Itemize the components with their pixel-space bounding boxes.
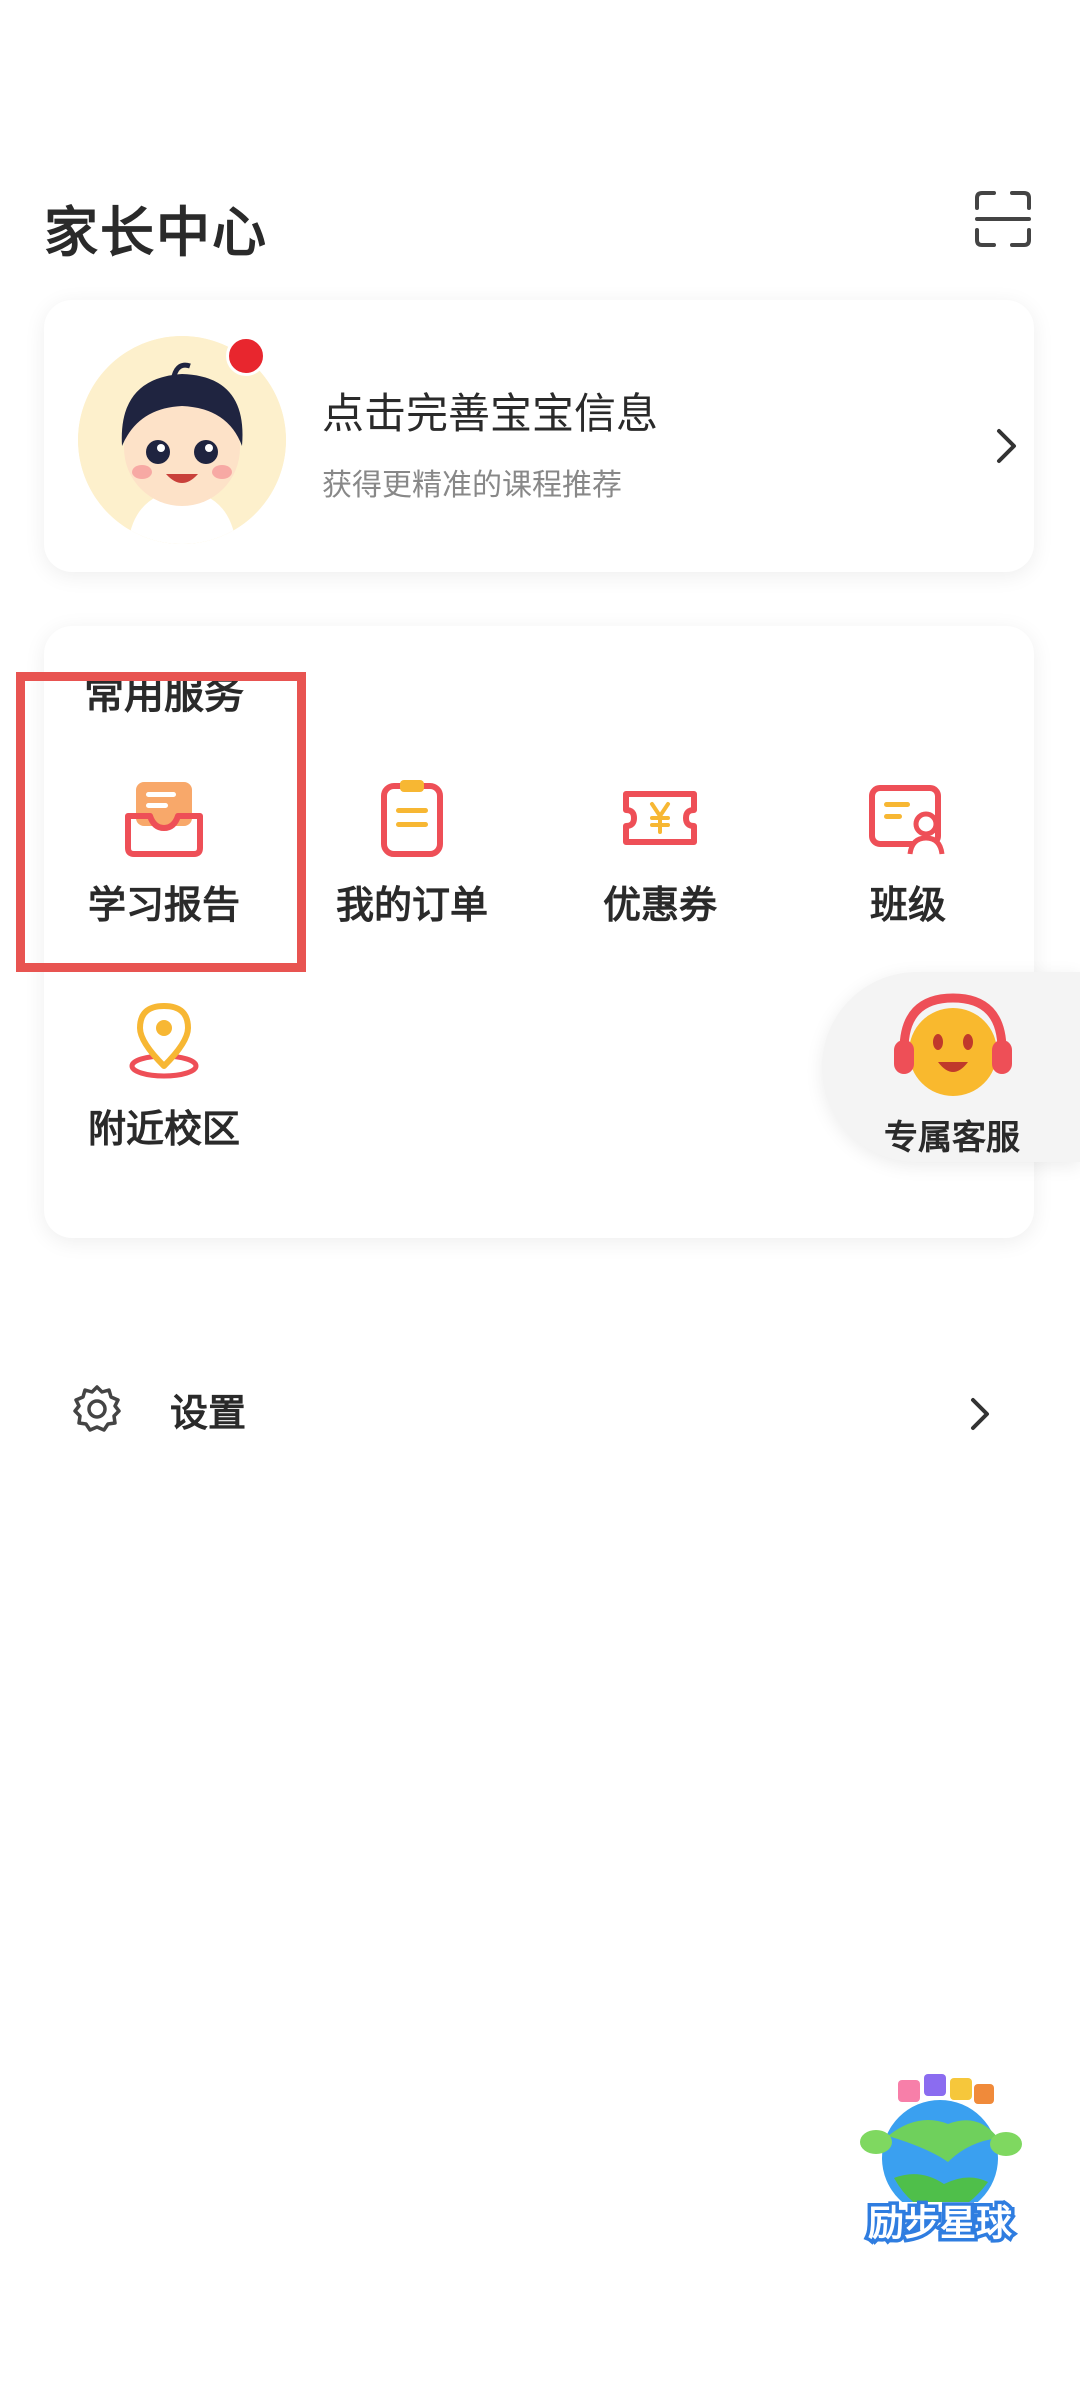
profile-subtitle: 获得更精准的课程推荐: [322, 468, 622, 503]
location-pin-icon: [124, 1002, 204, 1082]
settings-row[interactable]: 设置: [44, 1366, 1034, 1466]
highlight-frame: [16, 672, 306, 972]
service-nearby-campus[interactable]: 附近校区: [44, 1002, 284, 1162]
order-clipboard-icon: [372, 778, 452, 858]
chevron-right-icon: [968, 1394, 992, 1434]
notification-dot: [226, 336, 266, 376]
page-title: 家长中心: [44, 201, 268, 264]
planet-widget-label: 励步星球: [864, 2200, 1015, 2248]
gear-icon: [72, 1384, 122, 1434]
service-label: 我的订单: [335, 883, 488, 927]
service-coupons[interactable]: 优惠券: [540, 778, 780, 938]
libu-planet-widget[interactable]: 励步星球: [848, 2072, 1032, 2248]
class-card-icon: [868, 778, 948, 858]
settings-label: 设置: [170, 1391, 247, 1435]
service-my-orders[interactable]: 我的订单: [292, 778, 532, 938]
service-label: 班级: [869, 883, 946, 927]
profile-title: 点击完善宝宝信息: [322, 389, 659, 438]
scan-icon[interactable]: [974, 190, 1032, 248]
baby-profile-card[interactable]: 点击完善宝宝信息 获得更精准的课程推荐: [44, 300, 1034, 572]
chevron-right-icon: [994, 426, 1020, 466]
service-class[interactable]: 班级: [788, 778, 1028, 938]
customer-service-label: 专属客服: [884, 1118, 1020, 1158]
service-label: 附近校区: [87, 1107, 240, 1151]
exclusive-customer-service[interactable]: 专属客服: [822, 972, 1080, 1162]
coupon-yen-icon: [620, 778, 700, 858]
planet-icon: [860, 2074, 1022, 2216]
service-label: 优惠券: [602, 883, 717, 927]
headset-smiley-icon: [890, 990, 1016, 1108]
